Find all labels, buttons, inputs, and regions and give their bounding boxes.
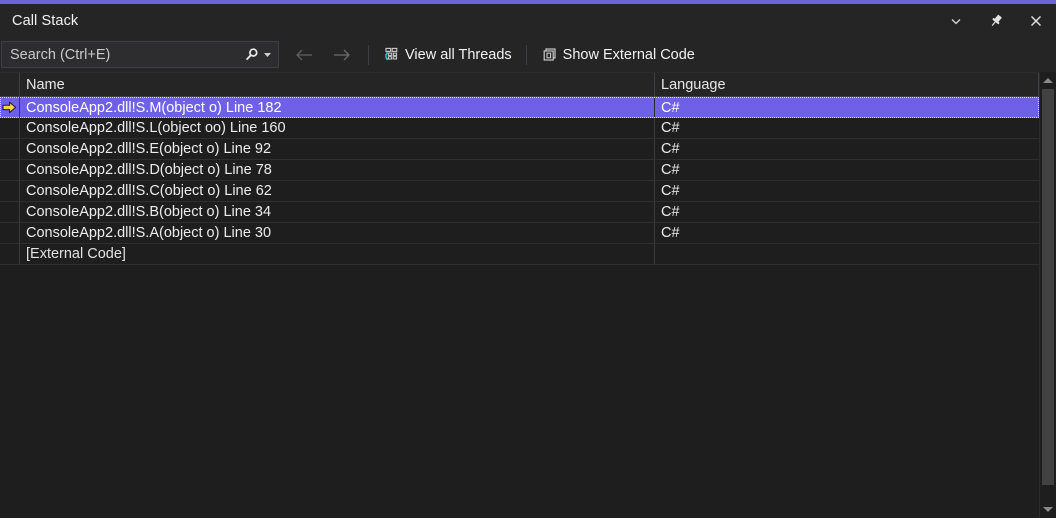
column-header-name[interactable]: Name — [20, 73, 655, 96]
windows-stack-icon — [543, 47, 556, 61]
table-row[interactable]: ConsoleApp2.dll!S.E(object o) Line 92 C# — [0, 139, 1039, 160]
call-stack-grid: Name Language ConsoleApp2.dll!S.M(object… — [0, 72, 1056, 518]
current-frame-marker — [0, 97, 20, 118]
row-gutter — [0, 244, 20, 264]
table-row[interactable]: ConsoleApp2.dll!S.A(object o) Line 30 C# — [0, 223, 1039, 244]
search-icon — [245, 47, 258, 60]
search-controls[interactable] — [244, 47, 274, 63]
triangle-up-icon — [1043, 78, 1053, 83]
table-row[interactable]: ConsoleApp2.dll!S.M(object o) Line 182 C# — [0, 97, 1039, 118]
cell-language: C# — [655, 181, 1039, 201]
row-gutter — [0, 118, 20, 138]
arrow-left-icon — [296, 49, 312, 60]
vertical-scrollbar[interactable] — [1039, 72, 1056, 518]
close-icon[interactable] — [1016, 4, 1056, 37]
call-stack-tool-window: Call Stack Search (Ctrl+E) View all Thre… — [0, 0, 1056, 518]
cell-language — [655, 244, 1039, 264]
cell-language: C# — [655, 202, 1039, 222]
back-button[interactable] — [287, 40, 323, 70]
row-gutter — [0, 223, 20, 243]
grid-header-row: Name Language — [0, 73, 1039, 97]
scroll-down-button[interactable] — [1040, 501, 1056, 518]
toolbar: Search (Ctrl+E) View all Threads Show Ex… — [0, 37, 1056, 72]
title-bar: Call Stack — [0, 4, 1056, 37]
pin-icon[interactable] — [976, 4, 1016, 37]
cell-name: [External Code] — [20, 244, 655, 264]
scrollbar-track[interactable] — [1040, 89, 1056, 501]
triangle-down-icon — [1043, 507, 1053, 512]
row-gutter — [0, 202, 20, 222]
cell-language: C# — [655, 139, 1039, 159]
threads-icon — [385, 47, 398, 60]
grid-body: ConsoleApp2.dll!S.M(object o) Line 182 C#… — [0, 97, 1039, 518]
arrow-right-icon — [334, 49, 350, 60]
cell-language: C# — [655, 118, 1039, 138]
cell-name: ConsoleApp2.dll!S.M(object o) Line 182 — [20, 97, 655, 118]
search-input[interactable]: Search (Ctrl+E) — [1, 41, 279, 68]
cell-name: ConsoleApp2.dll!S.L(object oo) Line 160 — [20, 118, 655, 138]
table-row[interactable]: ConsoleApp2.dll!S.L(object oo) Line 160 C… — [0, 118, 1039, 139]
column-header-name-label: Name — [26, 76, 65, 93]
table-row[interactable]: ConsoleApp2.dll!S.D(object o) Line 78 C# — [0, 160, 1039, 181]
grid-header-gutter — [0, 73, 20, 96]
cell-language: C# — [655, 160, 1039, 180]
forward-button[interactable] — [323, 40, 359, 70]
search-dropdown-chevron-down-icon — [264, 53, 271, 57]
cell-name: ConsoleApp2.dll!S.E(object o) Line 92 — [20, 139, 655, 159]
column-header-language-label: Language — [661, 76, 726, 93]
cell-name: ConsoleApp2.dll!S.D(object o) Line 78 — [20, 160, 655, 180]
row-gutter — [0, 160, 20, 180]
current-frame-arrow-icon — [2, 101, 17, 114]
cell-name: ConsoleApp2.dll!S.B(object o) Line 34 — [20, 202, 655, 222]
scrollbar-thumb[interactable] — [1042, 89, 1054, 485]
cell-language: C# — [655, 97, 1039, 118]
show-external-code-label: Show External Code — [562, 46, 695, 63]
row-gutter — [0, 139, 20, 159]
toolbar-separator-2 — [525, 44, 527, 65]
toolbar-separator-1 — [368, 44, 369, 65]
view-all-threads-button[interactable]: View all Threads — [378, 40, 517, 70]
view-all-threads-label: View all Threads — [405, 46, 512, 63]
page-title: Call Stack — [12, 12, 79, 29]
table-row[interactable]: ConsoleApp2.dll!S.C(object o) Line 62 C# — [0, 181, 1039, 202]
grid-main: Name Language ConsoleApp2.dll!S.M(object… — [0, 72, 1039, 518]
row-gutter — [0, 181, 20, 201]
cell-name: ConsoleApp2.dll!S.A(object o) Line 30 — [20, 223, 655, 243]
cell-language: C# — [655, 223, 1039, 243]
table-row[interactable]: ConsoleApp2.dll!S.B(object o) Line 34 C# — [0, 202, 1039, 223]
chevron-down-icon[interactable] — [936, 4, 976, 37]
table-row[interactable]: [External Code] — [0, 244, 1039, 265]
navigation-arrows — [287, 40, 359, 70]
scroll-up-button[interactable] — [1040, 72, 1056, 89]
show-external-code-button[interactable]: Show External Code — [536, 40, 700, 70]
column-header-language[interactable]: Language — [655, 73, 1039, 96]
cell-name: ConsoleApp2.dll!S.C(object o) Line 62 — [20, 181, 655, 201]
search-placeholder-text: Search (Ctrl+E) — [10, 46, 111, 63]
